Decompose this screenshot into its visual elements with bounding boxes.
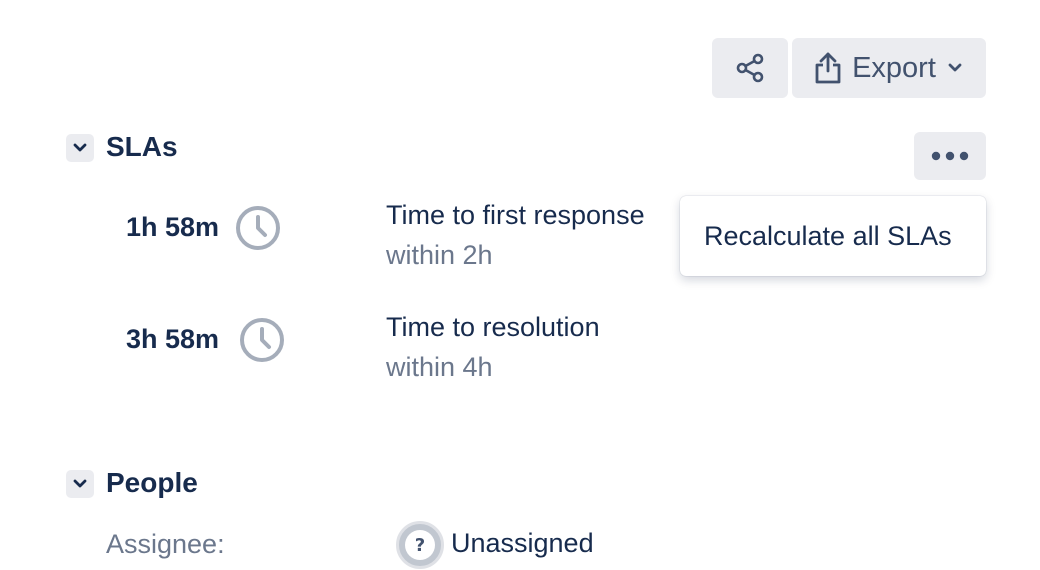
sla-actions-dropdown: Recalculate all SLAs [680,196,986,276]
clock-icon [236,206,280,250]
people-collapse-toggle[interactable] [66,470,94,498]
sla-remaining-time: 1h 58m [126,212,220,242]
share-icon [736,53,764,83]
sla-remaining-time: 3h 58m [126,324,220,354]
assignee-label: Assignee: [106,529,225,559]
sla-goal: within 4h [386,352,493,382]
sla-more-actions-button[interactable] [914,132,986,180]
sla-goal: within 2h [386,240,493,270]
clock-icon [240,318,284,362]
slas-collapse-toggle[interactable] [66,134,94,162]
assignee-avatar[interactable]: ? [396,521,444,569]
export-icon [815,52,841,84]
chevron-down-icon [948,63,962,72]
more-horizontal-icon [931,151,969,161]
share-button[interactable] [712,38,788,98]
slas-section-title: SLAs [106,131,178,162]
chevron-down-icon [73,143,87,152]
sla-name: Time to resolution [386,312,600,342]
sla-panel: Export SLAs 1h 58m Time to first respons… [0,0,1040,570]
people-section-title: People [106,467,198,498]
chevron-down-icon [73,479,87,488]
recalculate-slas-menu-item[interactable]: Recalculate all SLAs [704,221,952,252]
sla-name: Time to first response [386,200,645,230]
unknown-user-icon: ? [405,530,435,560]
assignee-value[interactable]: Unassigned [451,528,594,559]
export-button[interactable]: Export [792,38,986,98]
export-label: Export [852,51,936,84]
